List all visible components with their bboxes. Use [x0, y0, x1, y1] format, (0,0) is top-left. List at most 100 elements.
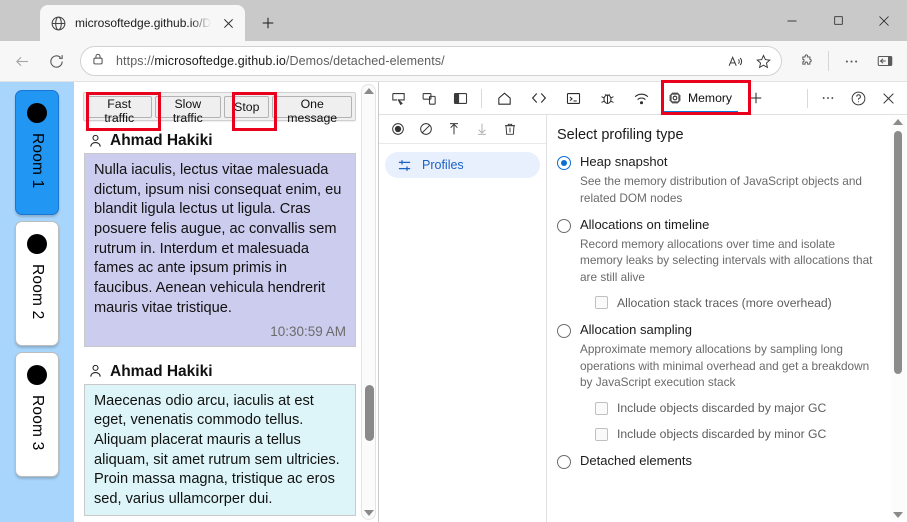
star-icon[interactable] [749, 47, 777, 75]
device-emulation-icon[interactable] [414, 84, 444, 112]
address-bar[interactable]: https://microsoftedge.github.io/Demos/de… [80, 46, 782, 76]
person-icon [88, 363, 103, 380]
memory-toolbar [379, 115, 546, 144]
divider [807, 88, 808, 108]
rooms-rail: Room 1 Room 2 Room 3 [0, 82, 74, 522]
memory-sidebar: Profiles [379, 115, 547, 522]
scrollbar-thumb[interactable] [894, 131, 902, 374]
read-aloud-icon[interactable] [721, 47, 749, 75]
room-status-dot [27, 234, 47, 254]
inspect-element-icon[interactable] [383, 84, 413, 112]
sidebar-item-label: Profiles [422, 158, 464, 172]
radio-button[interactable] [557, 218, 571, 233]
scroll-down-arrow-icon[interactable] [893, 512, 903, 518]
ellipsis-icon[interactable] [835, 45, 867, 77]
fast-traffic-button[interactable]: Fast traffic [87, 95, 152, 125]
radio-button[interactable] [557, 323, 571, 338]
radio-label: Allocation sampling [580, 321, 693, 337]
message-bubble: Maecenas odio arcu, iaculis at est eget,… [84, 383, 356, 516]
reload-icon[interactable] [40, 45, 72, 77]
puzzle-piece-icon[interactable] [790, 45, 822, 77]
tab-welcome[interactable] [488, 83, 521, 114]
devtools-tabbar: Memory [379, 82, 907, 115]
checkbox-allocation-stack-traces[interactable]: Allocation stack traces (more overhead) [595, 296, 885, 310]
room-button-2[interactable]: Room 2 [15, 221, 59, 346]
message-author-row: Ahmad Hakiki [84, 359, 356, 384]
message-item: Ahmad Hakiki Nulla iaculis, lectus vitae… [84, 124, 356, 347]
checkbox-label: Allocation stack traces (more overhead) [617, 295, 832, 310]
radio-button[interactable] [557, 455, 571, 469]
radio-option-allocations-on-timeline[interactable]: Allocations on timeline [557, 217, 885, 233]
delete-icon[interactable] [497, 117, 523, 141]
page-scrollbar[interactable] [361, 84, 376, 520]
viewport: Room 1 Room 2 Room 3 Ahmad Hakiki Nulla … [0, 81, 907, 522]
record-icon[interactable] [385, 117, 411, 141]
load-profile-icon[interactable] [441, 117, 467, 141]
profiling-type-form: Select profiling type Heap snapshot See … [547, 115, 907, 480]
divider [481, 88, 482, 108]
room-button-1[interactable]: Room 1 [15, 90, 59, 215]
close-window-icon[interactable] [861, 2, 907, 40]
message-author: Ahmad Hakiki [110, 362, 213, 380]
tab-title: microsoftedge.github.io/Demos/d [75, 16, 211, 30]
tab-memory-label: Memory [688, 91, 733, 105]
minimize-icon[interactable] [769, 2, 815, 40]
back-arrow-icon[interactable] [6, 45, 38, 77]
save-profile-icon [469, 117, 495, 141]
tab-console[interactable] [557, 83, 590, 114]
radio-option-detached-elements[interactable]: Detached elements [557, 453, 885, 469]
radio-label: Heap snapshot [580, 154, 668, 169]
tab-sources[interactable] [591, 83, 624, 114]
scroll-down-arrow-icon[interactable] [363, 510, 374, 516]
browser-tab[interactable]: microsoftedge.github.io/Demos/d [40, 5, 245, 41]
scroll-up-arrow-icon[interactable] [893, 119, 903, 125]
tab-memory[interactable]: Memory [659, 83, 740, 114]
scrollbar-thumb[interactable] [365, 385, 374, 441]
checkbox[interactable] [595, 427, 608, 441]
option-description: Approximate memory allocations by sampli… [580, 341, 870, 390]
maximize-icon[interactable] [815, 2, 861, 40]
close-devtools-icon[interactable] [873, 84, 903, 112]
clear-icon[interactable] [413, 117, 439, 141]
checkbox-major-gc[interactable]: Include objects discarded by major GC [595, 401, 885, 415]
globe-icon [50, 15, 67, 32]
web-page-content: Room 1 Room 2 Room 3 Ahmad Hakiki Nulla … [0, 82, 379, 522]
message-bubble: Nulla iaculis, lectus vitae malesuada di… [84, 153, 356, 347]
room-button-3[interactable]: Room 3 [15, 352, 59, 477]
option-description: Record memory allocations over time and … [580, 236, 873, 285]
tab-strip: microsoftedge.github.io/Demos/d [0, 0, 907, 41]
sidebar-item-profiles[interactable]: Profiles [385, 152, 540, 178]
one-message-button[interactable]: One message [272, 95, 352, 125]
devtools-right-controls [802, 84, 903, 112]
checkbox[interactable] [595, 401, 608, 415]
tab-elements[interactable] [522, 83, 556, 114]
checkbox-minor-gc[interactable]: Include objects discarded by minor GC [595, 427, 885, 441]
stop-button[interactable]: Stop [224, 95, 270, 118]
room-label: Room 3 [29, 395, 46, 451]
lock-icon [91, 52, 109, 70]
help-circle-icon[interactable] [843, 84, 873, 112]
memory-panel-scrollbar[interactable] [891, 117, 905, 520]
radio-option-heap-snapshot[interactable]: Heap snapshot [557, 154, 885, 170]
radio-button[interactable] [557, 156, 571, 170]
scroll-up-arrow-icon[interactable] [363, 88, 374, 94]
split-screen-icon[interactable] [869, 45, 901, 77]
checkbox[interactable] [595, 296, 608, 310]
radio-label: Allocations on timeline [580, 216, 710, 232]
browser-window: microsoftedge.github.io/Demos/d [0, 0, 907, 522]
slow-traffic-button[interactable]: Slow traffic [154, 95, 222, 125]
add-tab-icon[interactable] [741, 84, 771, 112]
window-controls [769, 0, 907, 41]
message-author-row: Ahmad Hakiki [84, 128, 356, 153]
radio-option-allocation-sampling[interactable]: Allocation sampling [557, 322, 885, 338]
close-icon[interactable] [219, 14, 237, 32]
divider [828, 51, 829, 71]
radio-label: Detached elements [580, 453, 693, 468]
ellipsis-icon[interactable] [813, 84, 843, 112]
dock-side-icon[interactable] [445, 84, 475, 112]
tab-network[interactable] [625, 83, 658, 114]
new-tab-button[interactable] [253, 8, 283, 38]
message-author: Ahmad Hakiki [110, 132, 213, 149]
panel-title: Select profiling type [557, 127, 684, 143]
checkbox-label: Include objects discarded by major GC [617, 401, 827, 415]
